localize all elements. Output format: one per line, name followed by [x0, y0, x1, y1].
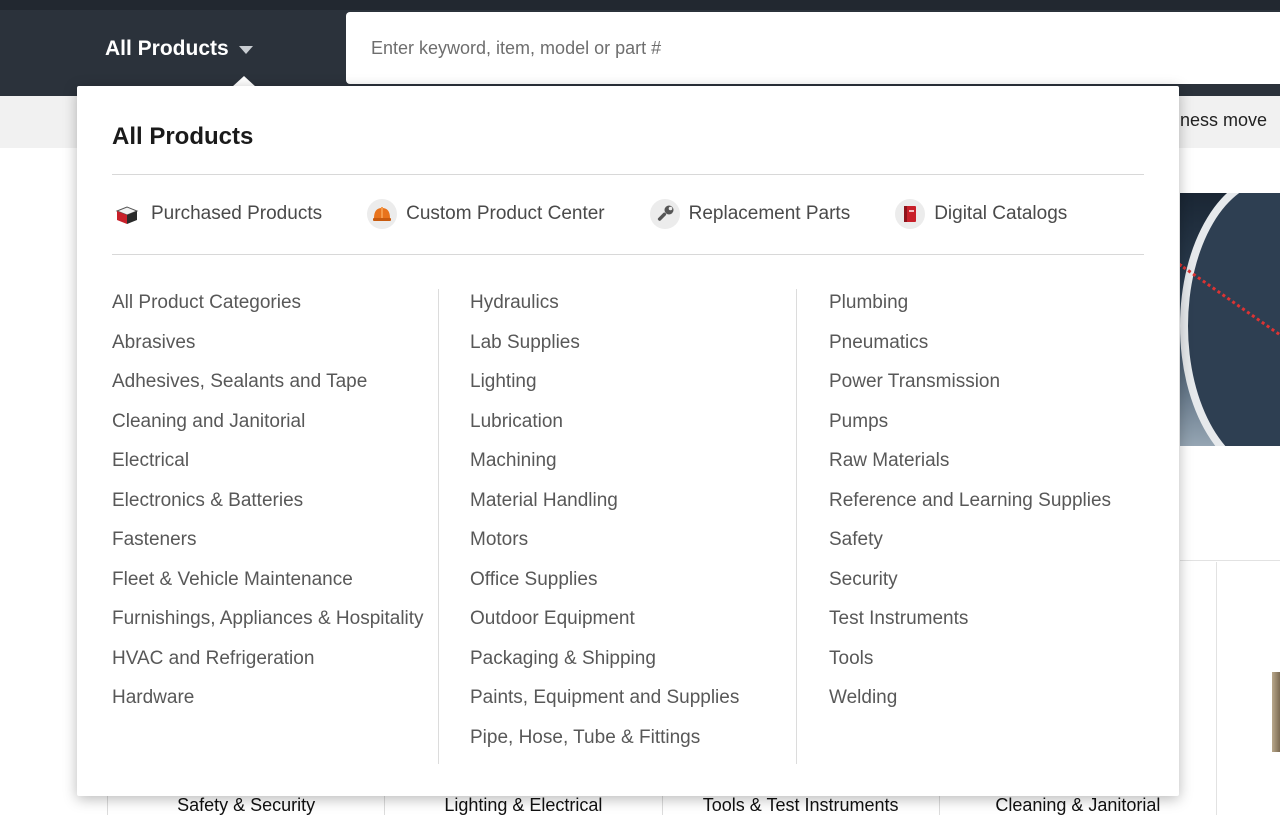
category-link[interactable]: Pumps	[829, 408, 1156, 436]
category-link[interactable]: HVAC and Refrigeration	[112, 645, 439, 673]
category-link[interactable]: Test Instruments	[829, 605, 1156, 633]
header-top-strip	[0, 0, 1280, 10]
category-link[interactable]: Machining	[470, 447, 797, 475]
quick-link-label: Digital Catalogs	[934, 203, 1068, 224]
category-column-3: Plumbing Pneumatics Power Transmission Pump…	[829, 289, 1156, 764]
category-link[interactable]: Raw Materials	[829, 447, 1156, 475]
divider	[112, 174, 1144, 175]
category-link[interactable]: Adhesives, Sealants and Tape	[112, 368, 439, 396]
category-link[interactable]: Reference and Learning Supplies	[829, 487, 1156, 515]
category-columns: All Product Categories Abrasives Adhesives…	[112, 289, 1152, 764]
category-link[interactable]: Power Transmission	[829, 368, 1156, 396]
quick-link-purchased-products[interactable]: Purchased Products	[112, 199, 322, 229]
category-link[interactable]: Plumbing	[829, 289, 1156, 317]
hard-hat-icon	[367, 199, 398, 229]
category-link[interactable]: Hardware	[112, 684, 439, 712]
category-link[interactable]: Pipe, Hose, Tube & Fittings	[470, 724, 797, 752]
purchased-box-icon	[112, 199, 142, 229]
category-column-1: All Product Categories Abrasives Adhesives…	[112, 289, 439, 764]
category-link[interactable]: All Product Categories	[112, 289, 439, 317]
category-link[interactable]: Safety	[829, 526, 1156, 554]
quick-link-custom-product-center[interactable]: Custom Product Center	[367, 199, 605, 229]
column-divider	[796, 289, 797, 764]
quick-link-digital-catalogs[interactable]: Digital Catalogs	[895, 199, 1067, 229]
category-link[interactable]: Fleet & Vehicle Maintenance	[112, 566, 439, 594]
category-link[interactable]: Material Handling	[470, 487, 797, 515]
column-divider	[438, 289, 439, 764]
quick-link-replacement-parts[interactable]: Replacement Parts	[649, 199, 851, 229]
dropdown-title: All Products	[112, 123, 254, 150]
caret-down-icon	[238, 46, 253, 54]
category-link[interactable]: Security	[829, 566, 1156, 594]
search-input[interactable]	[346, 12, 1280, 84]
divider	[112, 254, 1144, 255]
wrench-icon	[649, 199, 680, 229]
category-link[interactable]: Office Supplies	[470, 566, 797, 594]
category-link[interactable]: Cleaning and Janitorial	[112, 408, 439, 436]
category-link[interactable]: Paints, Equipment and Supplies	[470, 684, 797, 712]
category-link[interactable]: Lab Supplies	[470, 329, 797, 357]
category-link[interactable]: Electronics & Batteries	[112, 487, 439, 515]
hero-banner-image[interactable]	[1180, 193, 1280, 446]
category-link[interactable]: Packaging & Shipping	[470, 645, 797, 673]
quick-link-label: Custom Product Center	[406, 203, 605, 224]
promo-text: ness move	[1180, 110, 1268, 130]
category-link[interactable]: Outdoor Equipment	[470, 605, 797, 633]
quick-links: Purchased Products Custom Product Center	[112, 198, 1112, 230]
product-thumbnail[interactable]	[1272, 672, 1280, 752]
category-link[interactable]: Abrasives	[112, 329, 439, 357]
category-link[interactable]: Tools	[829, 645, 1156, 673]
category-link[interactable]: Hydraulics	[470, 289, 797, 317]
all-products-label: All Products	[105, 37, 229, 60]
all-products-menu-button[interactable]: All Products	[105, 34, 253, 64]
quick-link-label: Replacement Parts	[688, 203, 851, 224]
all-products-dropdown: All Products Purchased Products Custom P…	[77, 86, 1179, 796]
category-link[interactable]: Fasteners	[112, 526, 439, 554]
quick-link-label: Purchased Products	[151, 203, 323, 224]
section-divider	[1180, 560, 1280, 561]
category-link[interactable]: Motors	[470, 526, 797, 554]
category-link[interactable]: Lighting	[470, 368, 797, 396]
category-link[interactable]: Electrical	[112, 447, 439, 475]
panel-divider	[1216, 562, 1217, 815]
category-link[interactable]: Furnishings, Appliances & Hospitality	[112, 605, 439, 633]
category-column-2: Hydraulics Lab Supplies Lighting Lubricatio…	[470, 289, 797, 764]
category-link[interactable]: Pneumatics	[829, 329, 1156, 357]
category-link[interactable]: Lubrication	[470, 408, 797, 436]
top-header: All Products	[0, 0, 1280, 96]
globe-graphic	[1180, 193, 1280, 446]
catalog-book-icon	[895, 199, 926, 229]
category-link[interactable]: Welding	[829, 684, 1156, 712]
